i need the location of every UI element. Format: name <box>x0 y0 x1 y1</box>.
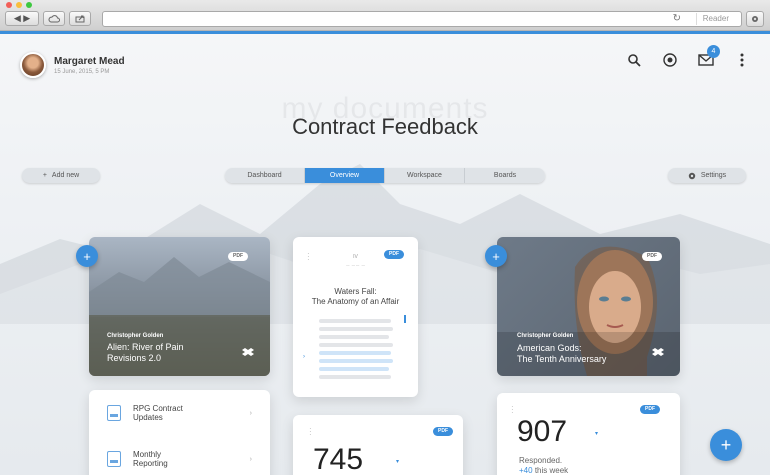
cloud-icon <box>48 14 60 22</box>
page-title: Contract Feedback <box>292 114 478 139</box>
close-window-button[interactable] <box>6 2 12 8</box>
user-profile[interactable]: Margaret Mead 15 June, 2015, 5 PM <box>20 52 125 78</box>
document-list-card: RPG Contract Updates › Monthly Reporting › <box>89 390 270 475</box>
reload-icon[interactable]: ↻ <box>673 13 681 24</box>
tab-dashboard[interactable]: Dashboard <box>225 168 305 183</box>
document-card-american-gods[interactable]: PDF Christopher Golden American Gods: Th… <box>497 237 680 376</box>
text-line <box>319 375 391 379</box>
share-icon <box>75 15 85 22</box>
gear-icon <box>752 16 758 22</box>
plus-icon: + <box>83 248 91 264</box>
tab-boards[interactable]: Boards <box>465 168 545 183</box>
share-button[interactable] <box>69 11 91 26</box>
settings-label: Settings <box>700 172 727 179</box>
doc-title-line-1: Waters Fall: <box>334 287 377 296</box>
pdf-badge: PDF <box>433 427 453 436</box>
stat-value: 745 <box>313 443 364 475</box>
pdf-badge: PDF <box>640 405 660 414</box>
highlighted-text-line[interactable] <box>319 367 389 371</box>
text-line <box>319 327 393 331</box>
chevron-right-icon[interactable]: › <box>250 410 252 417</box>
doc-title-line-2: The Anatomy of an Affair <box>311 297 400 306</box>
dropbox-icon[interactable] <box>242 348 254 358</box>
list-item-title: Monthly <box>133 450 162 459</box>
highlighted-text-line[interactable] <box>319 351 391 355</box>
cloud-button[interactable] <box>43 11 65 26</box>
list-item[interactable]: Monthly Reporting <box>107 450 168 468</box>
plus-icon: + <box>492 248 500 264</box>
notification-badge: 4 <box>707 45 720 58</box>
minimize-window-button[interactable] <box>16 2 22 8</box>
text-line <box>319 343 393 347</box>
more-vert-icon[interactable] <box>734 52 750 68</box>
plus-icon: + <box>720 434 732 455</box>
document-icon <box>107 405 121 421</box>
back-forward-buttons[interactable]: ◀ ▶ <box>5 11 39 26</box>
add-to-card-button[interactable]: + <box>485 245 507 267</box>
ornament: ∼ ∼∼ ∼ <box>345 263 366 269</box>
add-new-label: Add new <box>51 172 80 179</box>
settings-button[interactable]: Settings <box>668 168 746 183</box>
add-to-card-button[interactable]: + <box>76 245 98 267</box>
stat-value: 907 <box>517 415 568 448</box>
record-icon[interactable] <box>662 52 678 68</box>
mail-icon[interactable]: 4 <box>698 45 720 68</box>
floating-add-button[interactable]: + <box>710 429 742 461</box>
pdf-badge: PDF <box>642 252 662 261</box>
user-date: 15 June, 2015, 5 PM <box>54 68 110 75</box>
chevron-down-icon[interactable]: ▾ <box>595 430 598 437</box>
list-item[interactable]: RPG Contract Updates <box>107 404 183 422</box>
reader-button[interactable]: Reader <box>695 13 735 25</box>
downloads-button[interactable] <box>746 11 764 27</box>
stat-card-745[interactable]: · · · PDF 745 ▾ <box>293 415 463 475</box>
address-bar[interactable]: ↻ Reader <box>102 11 742 27</box>
forward-arrow-icon[interactable]: ▶ <box>23 13 30 24</box>
browser-toolbar: ◀ ▶ ↻ Reader <box>0 0 770 31</box>
pdf-badge: PDF <box>228 252 248 261</box>
document-card-waters[interactable]: · · · PDF IV ∼ ∼∼ ∼ Waters Fall: The Anato… <box>293 237 418 397</box>
back-arrow-icon[interactable]: ◀ <box>14 13 21 24</box>
window-controls <box>6 2 32 8</box>
chevron-down-icon[interactable]: ▾ <box>396 458 399 465</box>
document-icon <box>107 451 121 467</box>
card-title-line-2: The Tenth Anniversary <box>517 354 607 364</box>
stat-delta-suffix: this week <box>534 466 569 475</box>
drag-handle-icon[interactable]: · · · <box>309 425 312 439</box>
tab-workspace[interactable]: Workspace <box>385 168 465 183</box>
card-author: Christopher Golden <box>107 333 164 339</box>
stat-delta: +40 <box>519 466 533 475</box>
card-title: Alien: River of Pain Revisions 2.0 <box>107 342 184 363</box>
gear-icon <box>688 172 696 179</box>
header-actions: 4 <box>626 45 750 68</box>
stat-label: Responded. <box>519 456 563 465</box>
user-name: Margaret Mead <box>54 55 125 67</box>
view-tabs: Dashboard Overview Workspace Boards <box>225 168 545 183</box>
chevron-right-icon[interactable]: › <box>250 456 252 463</box>
zoom-window-button[interactable] <box>26 2 32 8</box>
drag-handle-icon[interactable]: · · · <box>511 403 514 417</box>
dropbox-icon[interactable] <box>652 348 664 358</box>
app-page: Margaret Mead 15 June, 2015, 5 PM 4 my d… <box>0 34 770 475</box>
cursor-arrow-icon: › <box>303 354 305 360</box>
card-title-line-1: American Gods: <box>517 343 582 353</box>
text-line <box>319 319 391 323</box>
list-item-subtitle: Reporting <box>133 459 168 468</box>
card-author: Christopher Golden <box>517 333 574 339</box>
search-icon[interactable] <box>626 52 642 68</box>
chapter-number: IV <box>353 254 358 260</box>
highlighted-text-line[interactable] <box>319 359 393 363</box>
list-item-subtitle: Updates <box>133 413 163 422</box>
add-new-button[interactable]: + Add new <box>22 168 100 183</box>
tab-overview[interactable]: Overview <box>305 168 385 183</box>
plus-icon: + <box>42 172 47 179</box>
avatar[interactable] <box>20 52 46 78</box>
text-line <box>319 335 389 339</box>
document-card-alien[interactable]: PDF Christopher Golden Alien: River of P… <box>89 237 270 376</box>
stat-card-907[interactable]: · · · PDF 907 ▾ Responded. +40 this week <box>497 393 680 475</box>
list-item-title: RPG Contract <box>133 404 183 413</box>
scroll-indicator[interactable] <box>404 315 406 323</box>
